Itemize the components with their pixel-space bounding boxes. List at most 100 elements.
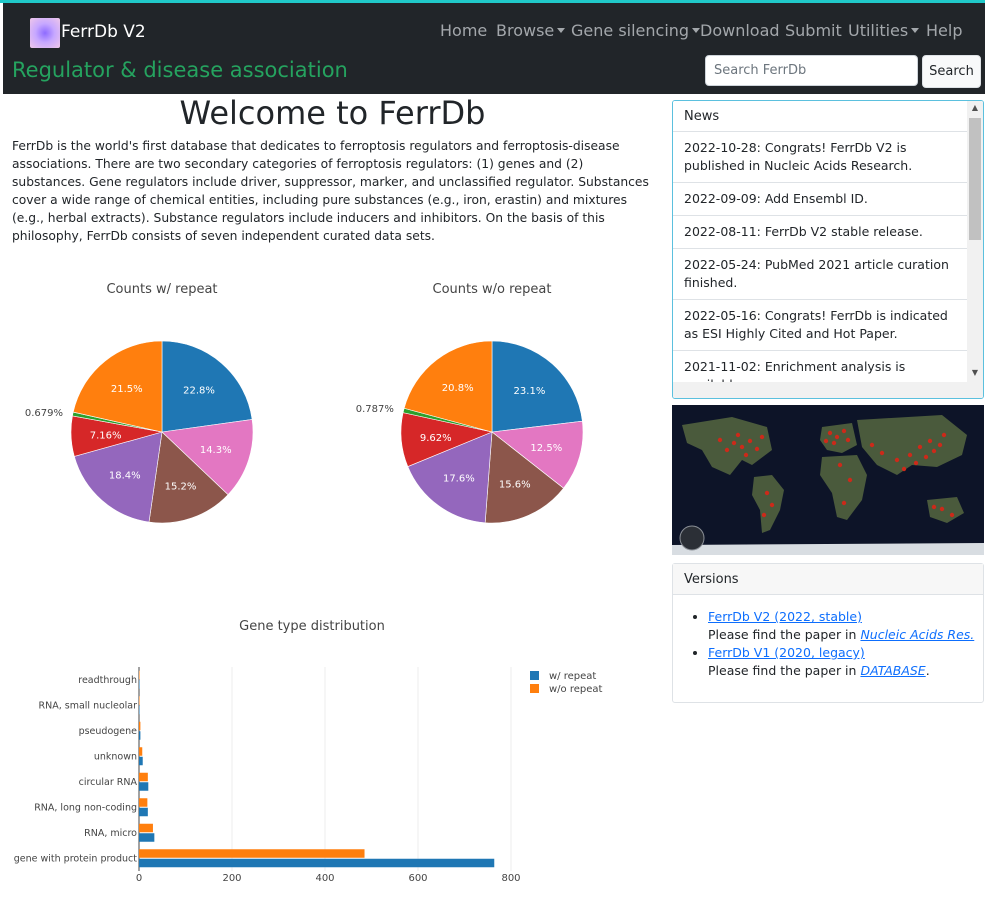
version-paper-prefix: Please find the paper in — [708, 663, 861, 678]
site-subtitle: Regulator & disease association — [12, 58, 348, 82]
pie-chart-1-title: Counts w/ repeat — [106, 282, 218, 297]
news-item: 2022-10-28: Congrats! FerrDb V2 is publi… — [673, 132, 968, 183]
legend-label[interactable]: w/o repeat — [549, 684, 603, 695]
brand-logo[interactable] — [30, 18, 60, 48]
version-paper-suffix: . — [925, 663, 930, 678]
bar-w-repeat[interactable] — [139, 782, 149, 791]
journal-link[interactable]: DATABASE — [860, 663, 925, 678]
bar-wo-repeat[interactable] — [139, 823, 153, 833]
nav-help[interactable]: Help — [926, 21, 962, 40]
search-input[interactable] — [705, 55, 918, 86]
bar-w-repeat[interactable] — [139, 705, 140, 715]
y-tick-label: readthrough — [78, 675, 137, 686]
nav-browse-label: Browse — [496, 21, 555, 40]
pie-chart-repeat: 22.8% 14.3% 15.2% 18.4% 7.16% 0.679% 21.5% — [25, 340, 254, 524]
intro-paragraph: FerrDb is the world's first database tha… — [12, 139, 649, 243]
y-tick-label: circular RNA — [79, 777, 138, 788]
version-item: FerrDb V2 (2022, stable) Please find the… — [708, 608, 974, 644]
bar-w-repeat[interactable] — [139, 680, 140, 689]
news-list[interactable]: 2022-10-28: Congrats! FerrDb V2 is publi… — [673, 132, 983, 398]
nav-help-label: Help — [926, 21, 963, 40]
chevron-down-icon — [692, 28, 701, 33]
y-tick-label: RNA, micro — [84, 828, 137, 839]
version-link[interactable]: FerrDb V1 (2020, legacy) — [708, 645, 865, 660]
bar-w-repeat[interactable] — [139, 807, 148, 817]
brand-name[interactable]: FerrDb V2 — [61, 22, 146, 42]
x-tick-label: 200 — [222, 873, 241, 884]
version-paper-prefix: Please find the paper in — [708, 627, 861, 642]
version-item: FerrDb V1 (2020, legacy) Please find the… — [708, 644, 974, 680]
bar-w-repeat[interactable] — [139, 858, 495, 868]
versions-list: FerrDb V2 (2022, stable) Please find the… — [708, 608, 974, 680]
news-scrollbar[interactable]: ▲ ▼ — [967, 101, 983, 398]
bar-wo-repeat[interactable] — [139, 798, 148, 807]
pie-slice-label: 14.3% — [200, 445, 232, 456]
bar-wo-repeat[interactable] — [139, 696, 140, 705]
bar-wo-repeat[interactable] — [139, 721, 141, 731]
pie-chart-2-title: Counts w/o repeat — [432, 282, 552, 297]
news-item: 2022-09-09: Add Ensembl ID. — [673, 183, 968, 216]
news-item: 2022-05-24: PubMed 2021 article curation… — [673, 249, 968, 300]
gene-type-bar-chart: 0 200 400 600 800 readthrough RNA, small nucle… — [14, 667, 603, 884]
x-tick-label: 600 — [408, 873, 427, 884]
bar-w-repeat[interactable] — [139, 731, 141, 740]
pie-slice-label: 18.4% — [109, 470, 141, 481]
versions-panel: Versions FerrDb V2 (2022, stable) Please… — [672, 563, 984, 703]
nav-utilities-label: Utilities — [848, 21, 909, 40]
page-title: Welcome to FerrDb — [179, 94, 486, 132]
search-button[interactable]: Search — [922, 55, 981, 88]
pie-slice-label: 17.6% — [443, 474, 475, 485]
journal-link[interactable]: Nucleic Acids Res. — [860, 627, 974, 642]
news-item: 2022-05-16: Congrats! FerrDb is indicate… — [673, 300, 968, 351]
pie-slice-label: 15.2% — [165, 481, 197, 492]
pie-slice-label: 9.62% — [420, 433, 452, 444]
y-tick-label: RNA, small nucleolar — [39, 700, 138, 711]
version-link[interactable]: FerrDb V2 (2022, stable) — [708, 609, 862, 624]
pie-slice-label: 7.16% — [90, 431, 122, 442]
nav-submit[interactable]: Submit — [785, 21, 842, 40]
nav-utilities[interactable]: Utilities — [848, 21, 920, 40]
bar-w-repeat[interactable] — [139, 756, 143, 766]
pie-chart-no-repeat: 23.1% 12.5% 15.6% 17.6% 9.62% 0.787% 20.8% — [356, 340, 584, 524]
pie-slice-label: 21.5% — [111, 384, 143, 395]
bar-wo-repeat[interactable] — [139, 772, 148, 782]
bar-wo-repeat[interactable] — [139, 670, 140, 680]
legend-swatch — [530, 671, 539, 680]
nav-gene-silencing[interactable]: Gene silencing — [571, 21, 701, 40]
scroll-down-arrow-icon[interactable]: ▼ — [967, 368, 983, 380]
nav-home-label: Home — [440, 21, 488, 40]
x-tick-label: 400 — [315, 873, 334, 884]
y-tick-label: pseudogene — [79, 726, 138, 737]
pie-slice-label: 22.8% — [183, 385, 215, 396]
versions-header: Versions — [673, 564, 983, 595]
pie-slice-label: 23.1% — [514, 386, 546, 397]
news-panel: News 2022-10-28: Congrats! FerrDb V2 is … — [672, 100, 984, 399]
legend-swatch — [530, 684, 539, 693]
world-map-image — [672, 405, 984, 555]
nav-download-label: Download — [700, 21, 780, 40]
scroll-thumb[interactable] — [969, 118, 981, 240]
y-tick-label: gene with protein product — [14, 853, 138, 864]
pie-slice-label: 12.5% — [530, 443, 562, 454]
legend-label[interactable]: w/ repeat — [549, 671, 596, 682]
bar-wo-repeat[interactable] — [139, 849, 365, 858]
y-tick-label: RNA, long non-coding — [34, 802, 137, 813]
nav-home[interactable]: Home — [440, 21, 487, 40]
chevron-down-icon — [557, 28, 566, 33]
nav-submit-label: Submit — [785, 21, 842, 40]
nav-browse[interactable]: Browse — [496, 21, 566, 40]
visitor-world-map[interactable] — [672, 405, 984, 555]
nav-download[interactable]: Download — [700, 21, 780, 40]
x-tick-label: 0 — [136, 873, 142, 884]
bar-wo-repeat[interactable] — [139, 747, 143, 756]
chevron-down-icon — [911, 28, 920, 33]
y-tick-label: unknown — [94, 751, 137, 762]
pie-slice-label: 0.679% — [25, 408, 63, 419]
news-header: News — [673, 101, 983, 132]
news-horizontal-scrollbar[interactable] — [673, 382, 969, 398]
scroll-up-arrow-icon[interactable]: ▲ — [967, 103, 983, 115]
pie-slice-label: 15.6% — [499, 480, 531, 491]
bar-chart-title: Gene type distribution — [239, 619, 385, 634]
nav-gene-silencing-label: Gene silencing — [571, 21, 690, 40]
bar-w-repeat[interactable] — [139, 833, 155, 842]
